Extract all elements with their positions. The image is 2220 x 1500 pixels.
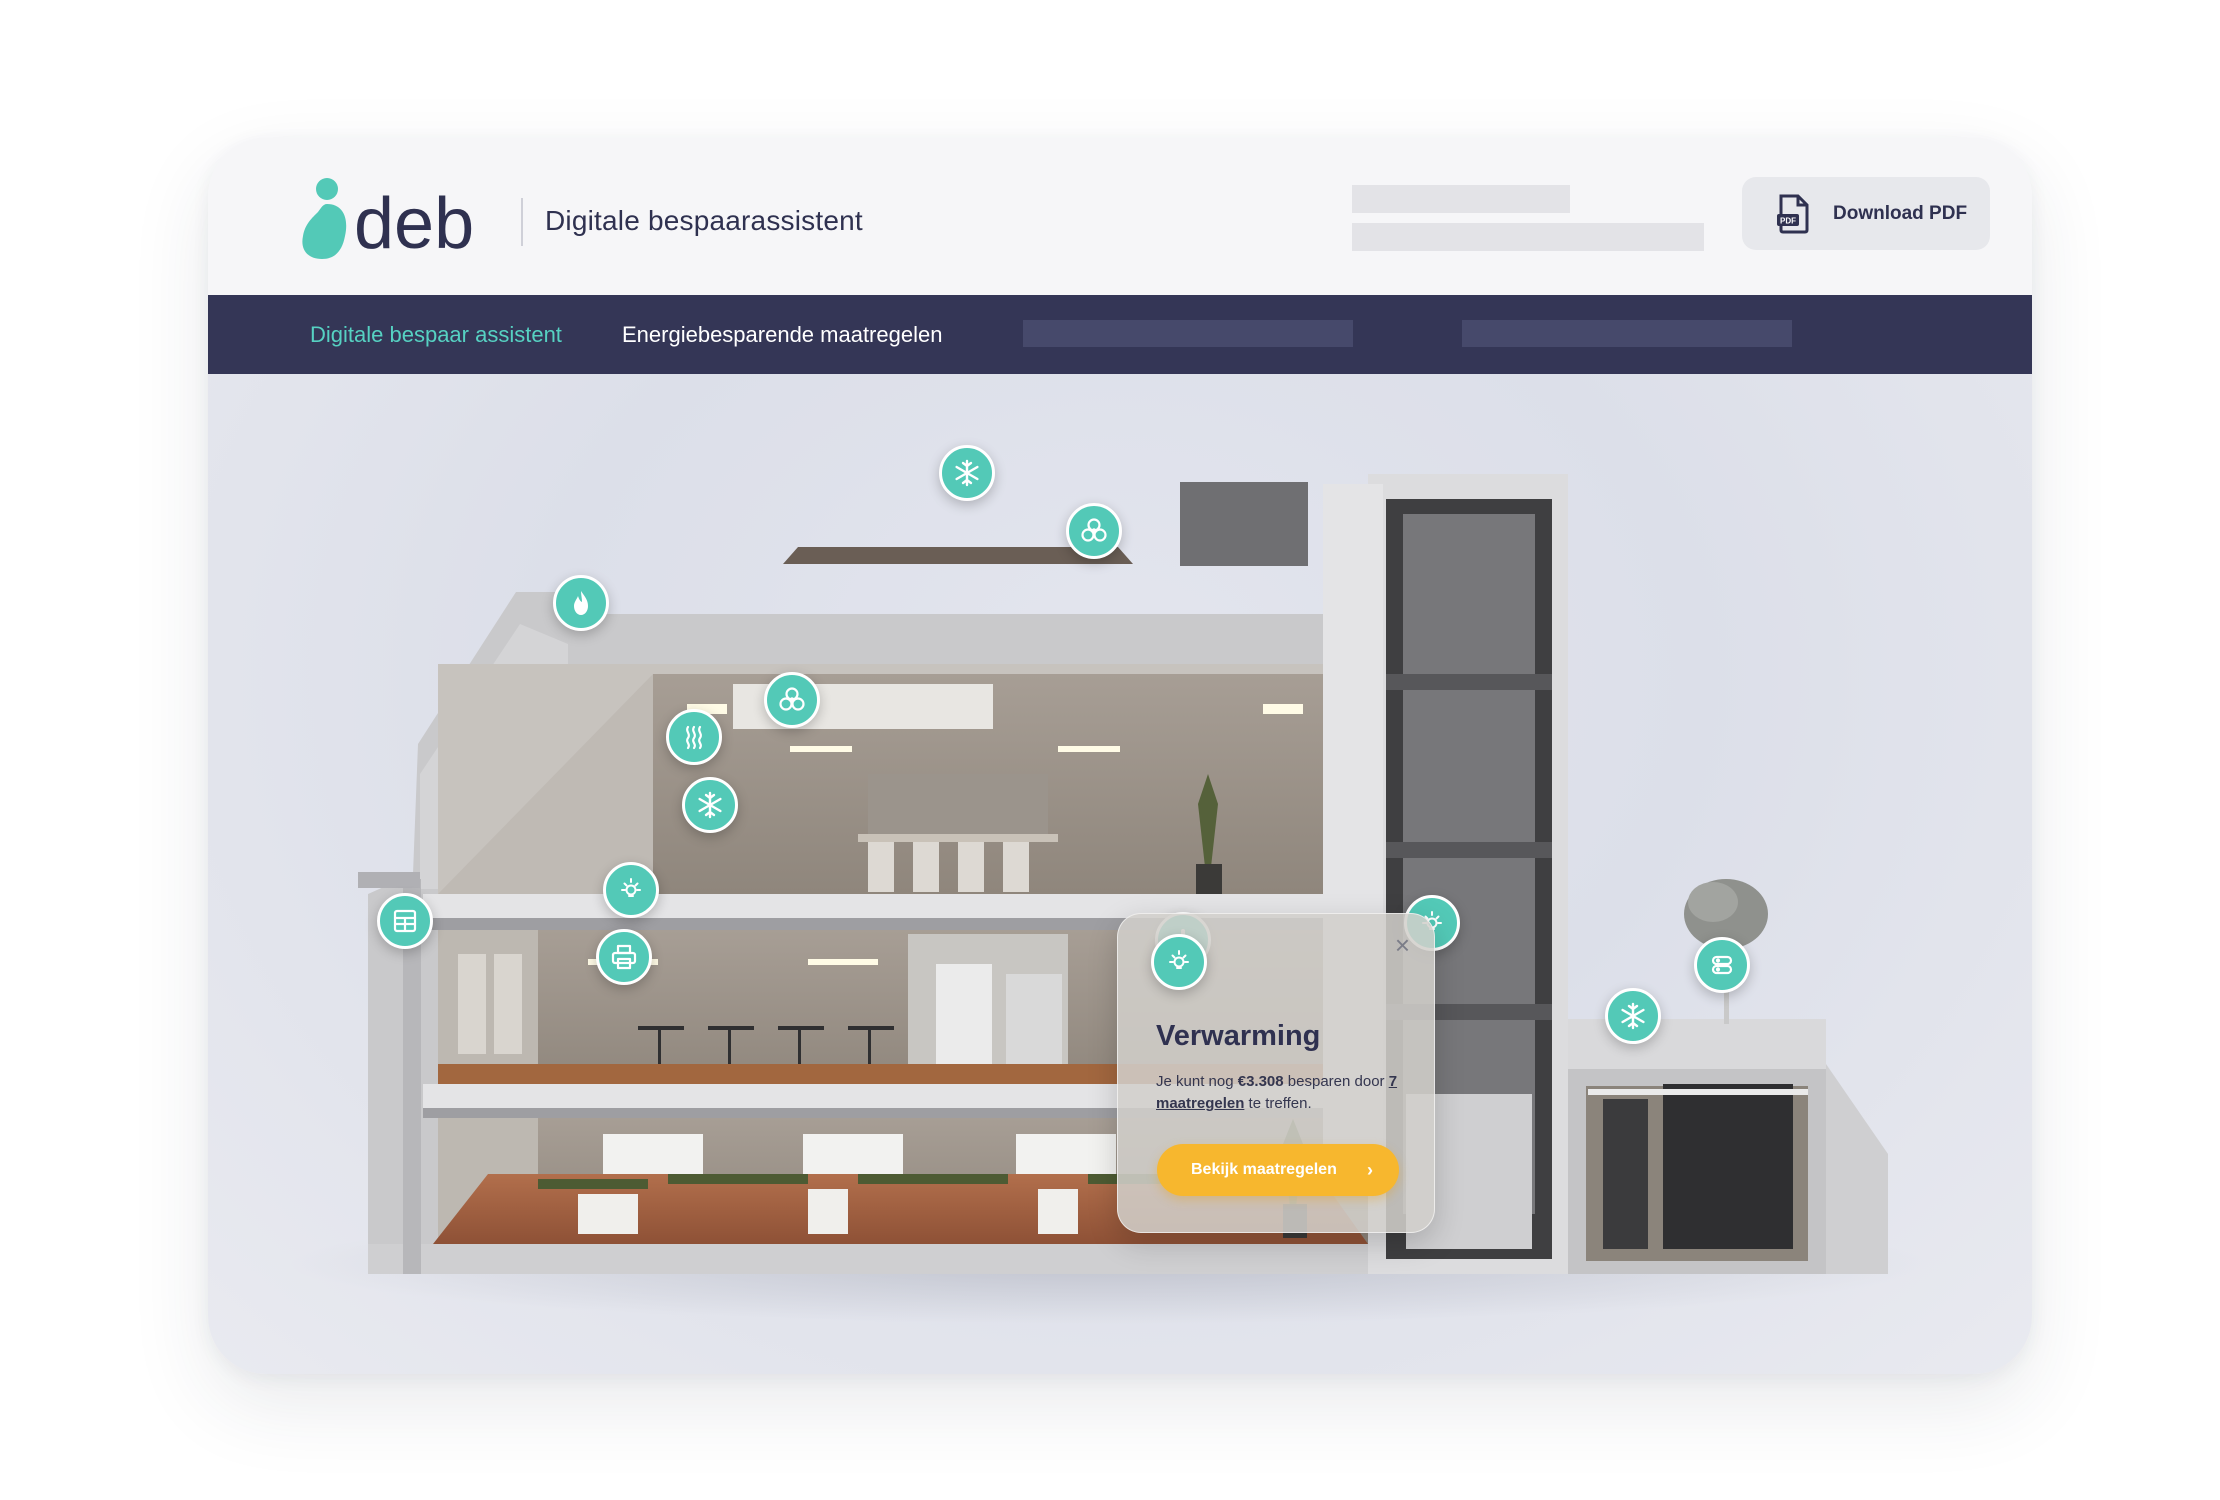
view-measures-button[interactable]: Bekijk maatregelen ›: [1157, 1144, 1399, 1196]
app-window: deb Digitale bespaarassistent PDF Downlo…: [208, 138, 2032, 1374]
logo-divider: [521, 198, 523, 246]
hotspot-heating[interactable]: [666, 709, 722, 765]
hotspot-printer[interactable]: [596, 929, 652, 985]
download-pdf-label: Download PDF: [1833, 202, 1968, 224]
hotspot-lighting-ground[interactable]: [603, 862, 659, 918]
popup-lighting-hotspot[interactable]: [1151, 934, 1207, 990]
hotspot-fan-shaft[interactable]: [1066, 503, 1122, 559]
bulb-icon: [1169, 950, 1189, 969]
brand-subtitle: Digitale bespaarassistent: [545, 205, 863, 236]
popup-title: Verwarming: [1156, 1020, 1321, 1052]
fan-icon: [779, 687, 805, 711]
view-measures-label: Bekijk maatregelen: [1191, 1161, 1337, 1178]
snowflake-icon: [955, 459, 979, 487]
hotspot-snowflake-roof[interactable]: [939, 445, 995, 501]
hotspot-fan-middle[interactable]: [764, 672, 820, 728]
download-pdf-button[interactable]: PDF Download PDF: [1742, 177, 1990, 250]
placeholder-bar: [1352, 185, 1570, 213]
printer-icon: [611, 944, 637, 970]
nav-placeholder: [1023, 320, 1353, 347]
hotspot-snowflake-middle[interactable]: [682, 777, 738, 833]
building-scene: × Verwarming Je kunt nog €3.308 besparen…: [208, 374, 2032, 1374]
heat-icon: [686, 725, 702, 750]
flame-icon: [574, 591, 588, 615]
hotspot-snowflake-annex[interactable]: [1605, 988, 1661, 1044]
placeholder-bar: [1352, 223, 1704, 251]
nav-placeholder: [1462, 320, 1792, 347]
hotspot-server[interactable]: [1694, 937, 1750, 993]
window-icon: [393, 909, 417, 933]
savings-amount: €3.308: [1237, 1073, 1284, 1090]
nav-item-maatregelen[interactable]: Energiebesparende maatregelen: [622, 322, 942, 348]
popup-body: Je kunt nog €3.308 besparen door 7 maatr…: [1156, 1073, 1398, 1112]
bulb-icon: [621, 878, 641, 897]
hotspot-boiler[interactable]: [553, 575, 609, 631]
deb-logo[interactable]: deb: [300, 176, 510, 262]
fan-icon: [1081, 518, 1107, 542]
pdf-file-icon: PDF: [1777, 194, 1809, 233]
hotspot-window[interactable]: [377, 893, 433, 949]
nav-item-bespaar-assistent[interactable]: Digitale bespaar assistent: [310, 322, 562, 348]
main-nav: Digitale bespaar assistent Energiebespar…: [208, 295, 2032, 374]
snowflake-icon: [1621, 1002, 1645, 1030]
chevron-right-icon: ›: [1367, 1159, 1373, 1180]
snowflake-icon: [698, 791, 722, 819]
info-popup: × Verwarming Je kunt nog €3.308 besparen…: [1117, 913, 1435, 1233]
logo-text: deb: [354, 184, 474, 262]
header: deb Digitale bespaarassistent PDF Downlo…: [208, 138, 2032, 295]
server-icon: [1711, 955, 1733, 975]
close-icon[interactable]: ×: [1395, 932, 1410, 958]
svg-text:PDF: PDF: [1780, 216, 1796, 225]
